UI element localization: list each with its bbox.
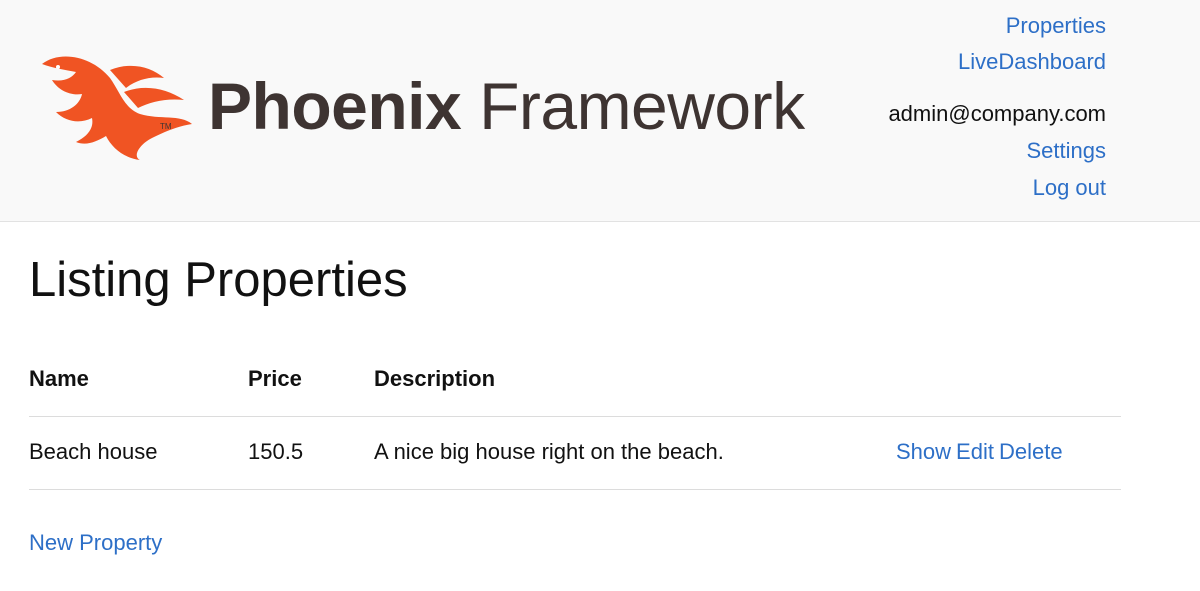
show-link[interactable]: Show [896,439,951,464]
properties-table: Name Price Description Beach house 150.5… [29,350,1121,490]
new-property-link[interactable]: New Property [29,530,162,556]
nav-link-log-out[interactable]: Log out [1033,175,1106,201]
brand-wordmark: Phoenix Framework [208,62,805,150]
page-title: Listing Properties [29,253,408,307]
brand-name-light: Framework [479,69,805,143]
cell-name: Beach house [29,439,158,464]
edit-link[interactable]: Edit [956,439,994,464]
delete-link[interactable]: Delete [999,439,1063,464]
user-email: admin@company.com [888,101,1106,126]
column-header-name: Name [29,366,89,391]
nav-link-settings[interactable]: Settings [1027,138,1107,164]
row-actions: Show Edit Delete [896,439,1068,465]
cell-description: A nice big house right on the beach. [374,439,724,464]
cell-price: 150.5 [248,439,304,464]
nav-link-live-dashboard[interactable]: LiveDashboard [958,49,1106,75]
column-header-description: Description [374,366,496,391]
nav-link-properties[interactable]: Properties [1006,13,1106,39]
column-header-price: Price [248,366,302,391]
trademark-mark: TM [160,122,172,131]
table-header-row: Name Price Description [29,350,1121,417]
app-header: TM Phoenix Framework Properties LiveDash… [0,0,1200,222]
brand-name-bold: Phoenix [208,69,462,143]
phoenix-bird-icon [42,56,192,160]
table-row[interactable]: Beach house 150.5 A nice big house right… [29,417,1121,490]
